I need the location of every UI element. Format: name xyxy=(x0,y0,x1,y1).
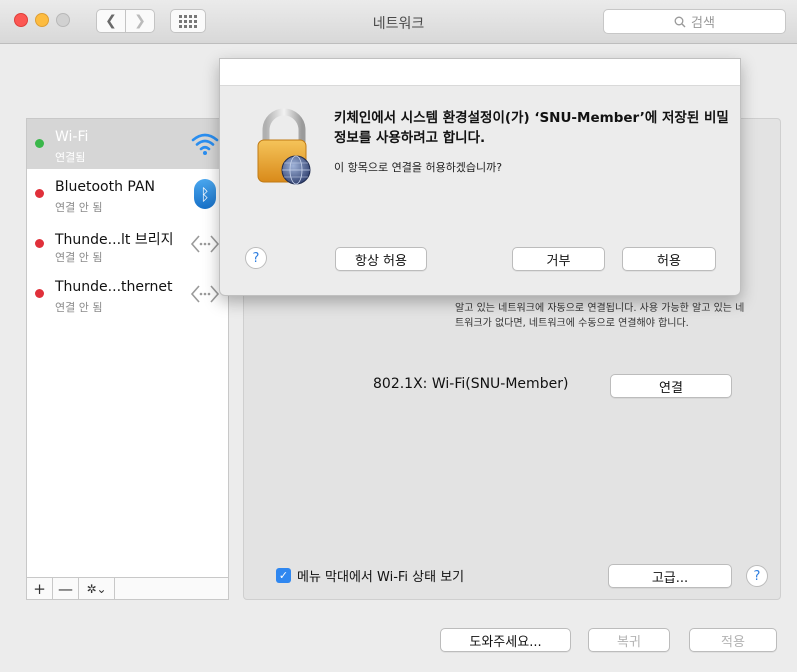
ethernet-icon xyxy=(190,279,220,309)
auto-join-description: 알고 있는 네트워크에 자동으로 연결됩니다. 사용 가능한 알고 있는 네트워… xyxy=(455,303,745,329)
show-wifi-status-label: 메뉴 막대에서 Wi-Fi 상태 보기 xyxy=(297,570,465,585)
gear-menu-button[interactable]: ✲⌄ xyxy=(79,578,115,599)
title-bar: ❮ ❯ 네트워크 검색 xyxy=(0,0,797,44)
always-allow-button[interactable]: 항상 허용 xyxy=(335,247,427,271)
allow-button[interactable]: 허용 xyxy=(622,247,716,271)
service-status: 연결 안 됨 xyxy=(55,251,103,264)
service-item-bluetooth-pan[interactable]: Bluetooth PAN 연결 안 됨 ᛒ xyxy=(27,169,228,219)
dot1x-label: 802.1X: Wi-Fi(SNU-Member) xyxy=(373,376,569,392)
service-name: Thunde...thernet xyxy=(55,279,173,295)
advanced-button[interactable]: 고급... xyxy=(608,564,732,588)
service-name: Wi-Fi xyxy=(55,129,89,145)
service-item-thunderbolt-bridge[interactable]: Thunde...lt 브리지 연결 안 됨 xyxy=(27,219,228,269)
search-field[interactable]: 검색 xyxy=(603,9,786,34)
search-icon xyxy=(674,16,686,27)
service-list-toolbar: + — ✲⌄ xyxy=(27,577,228,599)
service-name: Thunde...lt 브리지 xyxy=(55,232,174,248)
service-status: 연결됨 xyxy=(55,151,86,164)
help-button[interactable]: ? xyxy=(746,565,768,587)
service-name: Bluetooth PAN xyxy=(55,179,156,195)
dialog-message: 이 항목으로 연결을 허용하겠습니까? xyxy=(334,161,503,174)
status-dot xyxy=(35,139,44,148)
sheet-top-bar xyxy=(220,59,740,86)
status-dot xyxy=(35,189,44,198)
deny-button[interactable]: 거부 xyxy=(512,247,605,271)
status-dot xyxy=(35,239,44,248)
add-service-button[interactable]: + xyxy=(27,578,53,599)
show-wifi-status-row[interactable]: ✓ 메뉴 막대에서 Wi-Fi 상태 보기 xyxy=(276,566,464,585)
dialog-help-button[interactable]: ? xyxy=(245,247,267,269)
wifi-icon xyxy=(190,129,220,159)
service-list: Wi-Fi 연결됨 Bluetooth PAN 연결 안 됨 ᛒ Thunde.… xyxy=(26,118,229,600)
dialog-title: 키체인에서 시스템 환경설정이(가) ‘SNU-Member’에 저장된 비밀 … xyxy=(334,110,729,146)
remove-service-button[interactable]: — xyxy=(53,578,79,599)
lock-icon xyxy=(257,108,311,185)
bluetooth-icon: ᛒ xyxy=(190,179,220,209)
service-status: 연결 안 됨 xyxy=(55,301,103,314)
ethernet-icon xyxy=(190,229,220,259)
service-item-thunderbolt-ethernet[interactable]: Thunde...thernet 연결 안 됨 xyxy=(27,269,228,319)
status-dot xyxy=(35,289,44,298)
revert-button[interactable]: 복귀 xyxy=(588,628,670,652)
service-status: 연결 안 됨 xyxy=(55,201,103,214)
assist-me-button[interactable]: 도와주세요... xyxy=(440,628,571,652)
show-wifi-status-checkbox[interactable]: ✓ xyxy=(276,568,291,583)
service-item-wifi[interactable]: Wi-Fi 연결됨 xyxy=(27,119,228,169)
search-placeholder: 검색 xyxy=(691,16,715,31)
connect-button[interactable]: 연결 xyxy=(610,374,732,398)
apply-button[interactable]: 적용 xyxy=(689,628,777,652)
